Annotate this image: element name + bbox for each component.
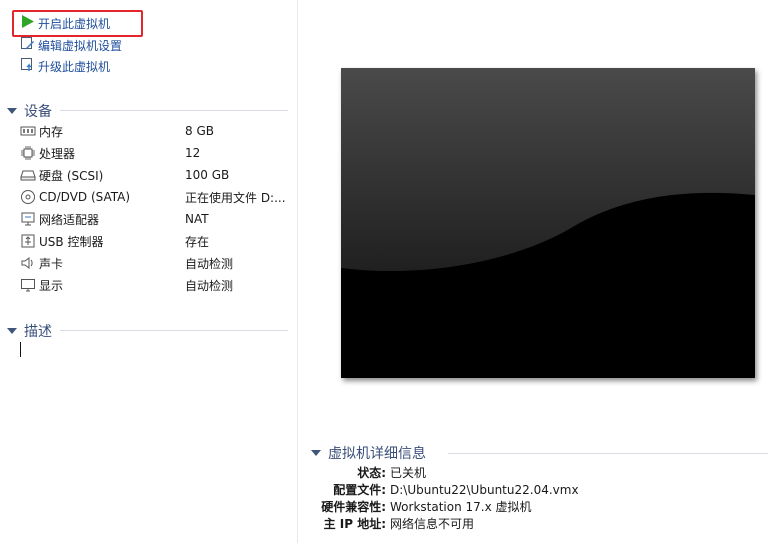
collapse-triangle-icon bbox=[311, 450, 321, 456]
edit-settings-icon bbox=[20, 36, 35, 54]
device-value: 自动检测 bbox=[185, 256, 234, 271]
detail-row-status: 状态: 已关机 bbox=[298, 464, 426, 481]
device-row-sound-card[interactable]: 声卡 自动检测 bbox=[20, 252, 290, 274]
detail-key: 硬件兼容性: bbox=[321, 500, 386, 514]
section-divider bbox=[448, 453, 768, 454]
device-value: 自动检测 bbox=[185, 278, 234, 293]
device-name: 声卡 bbox=[39, 256, 64, 271]
device-name: 处理器 bbox=[39, 146, 76, 161]
sound-card-icon bbox=[20, 255, 36, 271]
upgrade-icon bbox=[20, 57, 35, 75]
vm-details-section-title: 虚拟机详细信息 bbox=[328, 446, 426, 462]
upgrade-vm-label: 升级此虚拟机 bbox=[38, 59, 111, 74]
edit-vm-settings-label: 编辑虚拟机设置 bbox=[38, 38, 123, 53]
processor-icon bbox=[20, 145, 36, 161]
cd-dvd-icon bbox=[20, 189, 36, 205]
detail-key: 配置文件: bbox=[333, 483, 386, 497]
device-value: 12 bbox=[185, 146, 201, 160]
network-adapter-icon bbox=[20, 211, 36, 227]
detail-key: 状态: bbox=[357, 466, 386, 480]
device-row-processor[interactable]: 处理器 12 bbox=[20, 142, 290, 164]
description-section-header[interactable]: 描述 bbox=[7, 321, 52, 341]
device-row-usb-controller[interactable]: USB 控制器 存在 bbox=[20, 230, 290, 252]
memory-icon bbox=[20, 123, 36, 139]
device-value: 正在使用文件 D:... bbox=[185, 190, 286, 205]
device-name: 内存 bbox=[39, 124, 64, 139]
usb-icon bbox=[20, 233, 36, 249]
device-row-cd-dvd[interactable]: CD/DVD (SATA) 正在使用文件 D:... bbox=[20, 186, 290, 208]
detail-value: 网络信息不可用 bbox=[390, 517, 475, 531]
upgrade-vm-action[interactable]: 升级此虚拟机 bbox=[20, 57, 110, 75]
collapse-triangle-icon bbox=[7, 328, 17, 334]
device-row-hard-disk[interactable]: 硬盘 (SCSI) 100 GB bbox=[20, 164, 290, 186]
device-value: 8 GB bbox=[185, 124, 214, 138]
vm-summary-right-pane: 虚拟机详细信息 状态: 已关机 配置文件: D:\Ubuntu22\Ubuntu… bbox=[298, 0, 775, 543]
device-name: 显示 bbox=[39, 278, 64, 293]
detail-value: D:\Ubuntu22\Ubuntu22.04.vmx bbox=[390, 482, 579, 497]
device-value: NAT bbox=[185, 212, 209, 226]
device-value: 100 GB bbox=[185, 168, 230, 182]
highlight-box bbox=[12, 10, 143, 37]
detail-key: 主 IP 地址: bbox=[323, 517, 386, 531]
device-row-network-adapter[interactable]: 网络适配器 NAT bbox=[20, 208, 290, 230]
device-row-display[interactable]: 显示 自动检测 bbox=[20, 274, 290, 296]
vm-screen-thumbnail[interactable] bbox=[341, 68, 755, 378]
detail-row-primary-ip: 主 IP 地址: 网络信息不可用 bbox=[298, 515, 474, 532]
hard-disk-icon bbox=[20, 167, 36, 183]
detail-row-hardware-compat: 硬件兼容性: Workstation 17.x 虚拟机 bbox=[298, 498, 532, 515]
vm-summary-left-pane: 开启此虚拟机 编辑虚拟机设置 升级此虚拟机 设备 内存 8 GB 处理器 12 … bbox=[0, 0, 297, 543]
description-section-title: 描述 bbox=[24, 324, 52, 340]
section-divider bbox=[60, 110, 288, 111]
detail-row-config-file: 配置文件: D:\Ubuntu22\Ubuntu22.04.vmx bbox=[298, 481, 579, 498]
device-row-memory[interactable]: 内存 8 GB bbox=[20, 120, 290, 142]
collapse-triangle-icon bbox=[7, 108, 17, 114]
description-text-area-caret[interactable] bbox=[20, 342, 21, 357]
device-name: USB 控制器 bbox=[39, 234, 104, 249]
vm-details-section-header[interactable]: 虚拟机详细信息 bbox=[311, 443, 426, 463]
device-value: 存在 bbox=[185, 234, 210, 249]
detail-value: Workstation 17.x 虚拟机 bbox=[390, 500, 532, 514]
display-icon bbox=[20, 277, 36, 293]
device-name: 网络适配器 bbox=[39, 212, 100, 227]
detail-value: 已关机 bbox=[390, 466, 427, 480]
device-name: CD/DVD (SATA) bbox=[39, 190, 131, 204]
device-name: 硬盘 (SCSI) bbox=[39, 168, 104, 183]
edit-vm-settings-action[interactable]: 编辑虚拟机设置 bbox=[20, 36, 122, 54]
devices-section-header[interactable]: 设备 bbox=[7, 101, 52, 121]
devices-section-title: 设备 bbox=[24, 104, 52, 120]
section-divider bbox=[60, 330, 288, 331]
